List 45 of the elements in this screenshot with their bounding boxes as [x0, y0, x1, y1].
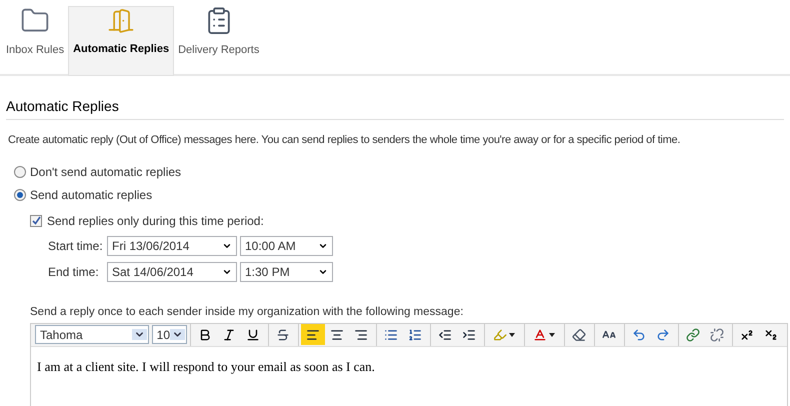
- door-icon: [106, 7, 136, 34]
- bullet-list-icon: [384, 328, 398, 342]
- checkbox-label: Send replies only during this time period:: [47, 212, 264, 230]
- strikethrough-icon: [276, 328, 290, 342]
- indent-icon: [462, 328, 476, 342]
- font-color-icon: [533, 328, 547, 342]
- caret-icon: [509, 332, 515, 337]
- italic-icon: [222, 328, 236, 342]
- description: Create automatic reply (Out of Office) messages here. You can send replies to senders the whole time you're away or for a specific period of time.: [8, 133, 682, 148]
- nav-tab[interactable]: Delivery Reports: [174, 6, 264, 76]
- toolbar-button[interactable]: [301, 324, 325, 346]
- dropdown[interactable]: Sat 14/06/2014: [107, 262, 237, 282]
- align-center-icon: [330, 328, 344, 342]
- field-label: Start time:: [48, 238, 104, 254]
- radio-label: Don't send automatic replies: [30, 164, 182, 180]
- size-dropdown[interactable]: 10: [152, 325, 187, 344]
- link-icon: [686, 328, 700, 342]
- highlighter-icon: [493, 328, 507, 342]
- nav-tab[interactable]: Automatic Replies: [68, 6, 174, 76]
- field-label: End time:: [48, 264, 100, 280]
- radio-label: Send automatic replies: [30, 186, 152, 204]
- superscript-icon: [740, 328, 754, 342]
- radio-button[interactable]: [14, 188, 26, 200]
- bold-icon: [198, 328, 212, 342]
- section-heading: Automatic Replies: [6, 97, 120, 116]
- underline-icon: [246, 328, 260, 342]
- radio-button[interactable]: [14, 166, 26, 178]
- dropdown[interactable]: Fri 13/06/2014: [107, 236, 237, 256]
- checkbox[interactable]: [30, 214, 42, 226]
- eraser-icon: [572, 328, 586, 342]
- redo-icon: [656, 328, 670, 342]
- outdent-icon: [438, 328, 452, 342]
- undo-icon: [632, 328, 646, 342]
- font-dropdown[interactable]: Tahoma: [35, 325, 149, 344]
- unlink-icon: [710, 328, 724, 342]
- caret-icon: [549, 332, 555, 337]
- numbered-list-icon: [408, 328, 422, 342]
- dropdown[interactable]: 1:30 PM: [240, 262, 333, 282]
- align-left-icon: [306, 328, 320, 342]
- subscript-icon: [764, 328, 778, 342]
- dropdown[interactable]: 10:00 AM: [240, 236, 333, 256]
- align-right-icon: [354, 328, 368, 342]
- nav-tab[interactable]: Inbox Rules: [2, 6, 68, 76]
- message-label: Send a reply once to each sender inside my organization with the following message:: [30, 304, 464, 320]
- message-text: I am at a client site. I will respond to your email as soon as I can.: [37, 358, 376, 376]
